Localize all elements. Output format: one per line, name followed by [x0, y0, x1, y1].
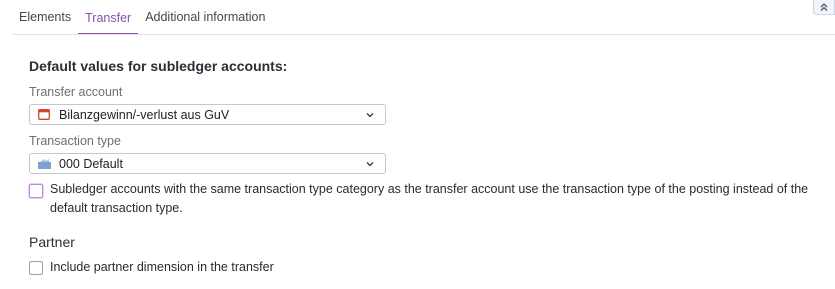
tab-additional-information[interactable]: Additional information — [138, 0, 272, 33]
include-partner-checkbox[interactable] — [29, 261, 43, 275]
chevron-down-icon — [366, 161, 374, 166]
tab-bar: Elements Transfer Additional information — [12, 0, 272, 35]
include-partner-label: Include partner dimension in the transfe… — [50, 260, 274, 274]
account-icon — [38, 109, 52, 121]
chevron-down-icon — [366, 112, 374, 117]
tab-transfer[interactable]: Transfer — [78, 0, 139, 35]
tabs-divider — [12, 34, 835, 35]
double-chevron-up-icon — [820, 3, 828, 11]
transfer-account-label: Transfer account — [29, 85, 123, 99]
tab-elements[interactable]: Elements — [12, 0, 78, 33]
transfer-account-value: Bilanzgewinn/-verlust aus GuV — [59, 107, 230, 122]
transfer-account-select[interactable]: Bilanzgewinn/-verlust aus GuV — [29, 104, 386, 125]
transaction-type-icon — [38, 158, 52, 170]
same-category-checkbox[interactable] — [29, 184, 43, 198]
same-category-label-line2: default transaction type. — [50, 201, 183, 215]
transaction-type-label: Transaction type — [29, 134, 121, 148]
partner-section-title: Partner — [29, 234, 75, 250]
defaults-section-title: Default values for subledger accounts: — [29, 58, 288, 74]
collapse-button[interactable] — [813, 0, 835, 15]
transaction-type-value: 000 Default — [59, 156, 123, 171]
same-category-label: Subledger accounts with the same transac… — [50, 180, 808, 218]
transaction-type-select[interactable]: 000 Default — [29, 153, 386, 174]
same-category-label-line1: Subledger accounts with the same transac… — [50, 182, 809, 196]
